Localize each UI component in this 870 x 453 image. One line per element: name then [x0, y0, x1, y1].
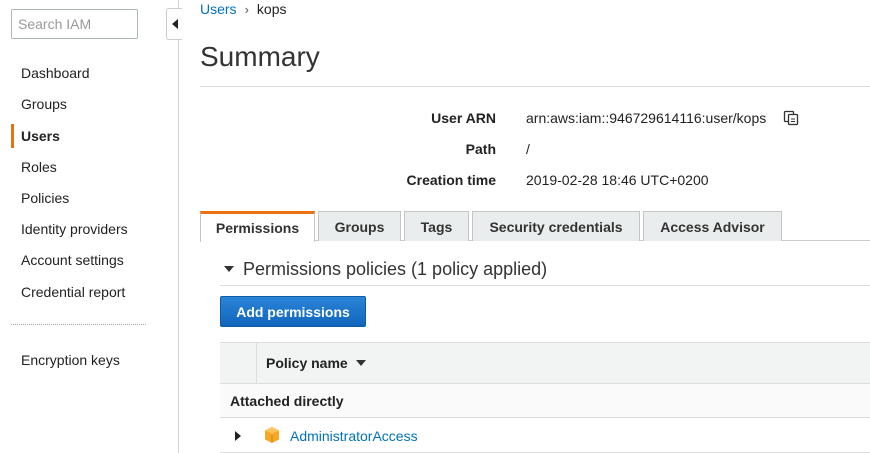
- sidebar-item-identity-providers[interactable]: Identity providers: [0, 217, 170, 241]
- sidebar: Dashboard Groups Users Roles Policies Id…: [0, 0, 179, 453]
- tab-security-credentials[interactable]: Security credentials: [472, 211, 640, 241]
- caret-right-icon[interactable]: [235, 431, 241, 441]
- sidebar-item-policies[interactable]: Policies: [0, 186, 170, 210]
- copy-icon[interactable]: [783, 110, 799, 126]
- sidebar-collapse-button[interactable]: [166, 8, 182, 40]
- creation-time-value: 2019-02-28 18:46 UTC+0200: [526, 172, 709, 188]
- chevron-right-icon: ›: [244, 2, 249, 17]
- table-row: AdministratorAccess: [220, 418, 870, 453]
- table-header: Policy name: [220, 342, 870, 384]
- aws-managed-policy-icon: [265, 427, 279, 443]
- sidebar-item-roles[interactable]: Roles: [0, 155, 170, 179]
- group-label: Attached directly: [230, 393, 344, 409]
- title-divider: [200, 86, 870, 87]
- path-value: /: [526, 141, 530, 157]
- tab-tags[interactable]: Tags: [404, 211, 469, 241]
- user-arn-label: User ARN: [431, 110, 496, 126]
- tab-groups[interactable]: Groups: [318, 211, 401, 241]
- add-permissions-button[interactable]: Add permissions: [220, 296, 366, 327]
- caret-left-icon: [171, 19, 178, 29]
- path-label: Path: [465, 141, 496, 157]
- page-title: Summary: [200, 41, 320, 72]
- sidebar-item-credential-report[interactable]: Credential report: [0, 280, 170, 304]
- tab-permissions[interactable]: Permissions: [200, 211, 315, 242]
- sidebar-item-dashboard[interactable]: Dashboard: [0, 61, 170, 85]
- column-policy-name[interactable]: Policy name: [266, 355, 366, 371]
- sort-caret-icon: [355, 360, 366, 366]
- policy-link-administratoraccess[interactable]: AdministratorAccess: [290, 428, 418, 444]
- user-arn-value: arn:aws:iam::946729614116:user/kops: [526, 110, 767, 126]
- caret-down-icon[interactable]: [224, 266, 234, 273]
- breadcrumb-users-link[interactable]: Users: [200, 1, 237, 17]
- column-policy-name-label: Policy name: [266, 355, 348, 371]
- sidebar-item-users[interactable]: Users: [0, 124, 170, 148]
- table-group-row: Attached directly: [220, 384, 870, 418]
- table-select-column: [220, 343, 257, 383]
- tab-access-advisor[interactable]: Access Advisor: [643, 211, 782, 241]
- section-divider: [220, 285, 870, 286]
- sidebar-divider: [11, 324, 146, 325]
- section-title[interactable]: Permissions policies (1 policy applied): [243, 259, 547, 280]
- sidebar-item-encryption-keys[interactable]: Encryption keys: [0, 348, 170, 372]
- sidebar-item-groups[interactable]: Groups: [0, 92, 170, 116]
- sidebar-item-account-settings[interactable]: Account settings: [0, 248, 170, 272]
- creation-time-label: Creation time: [406, 172, 496, 188]
- breadcrumb-current: kops: [256, 1, 287, 17]
- breadcrumb: Users › kops: [200, 1, 286, 17]
- search-input[interactable]: [11, 9, 138, 39]
